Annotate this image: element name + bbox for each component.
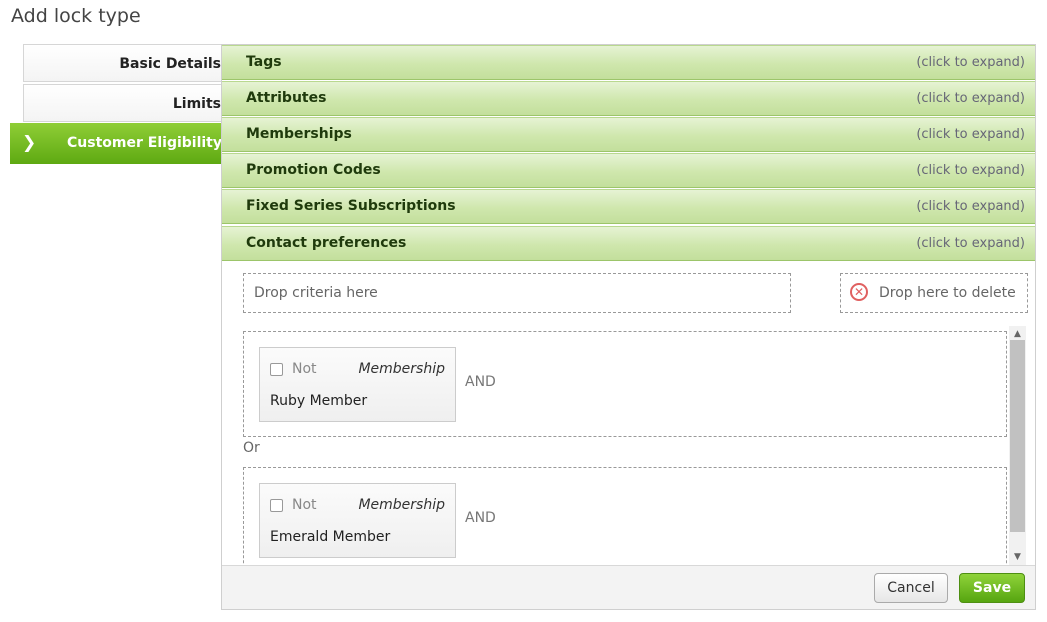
main-panel: Tags (click to expand) Attributes (click… — [221, 44, 1036, 610]
accordion-title: Tags — [246, 54, 282, 70]
and-label: AND — [465, 510, 496, 526]
nav-item-limits[interactable]: Limits — [23, 84, 230, 122]
accordion-hint: (click to expand) — [916, 236, 1025, 251]
cancel-button[interactable]: Cancel — [874, 573, 948, 603]
not-checkbox[interactable] — [270, 499, 283, 512]
criteria-editor: Drop criteria here ✕ Drop here to delete… — [222, 263, 1035, 565]
nav-item-basic-details[interactable]: Basic Details — [23, 44, 230, 82]
not-label: Not — [292, 497, 317, 513]
delete-circle-icon: ✕ — [850, 283, 868, 301]
scroll-thumb[interactable] — [1010, 340, 1025, 532]
accordion-hint: (click to expand) — [916, 55, 1025, 70]
or-label: Or — [243, 440, 260, 456]
criteria-type: Membership — [358, 497, 445, 513]
nav-item-label: Customer Eligibility — [67, 135, 222, 151]
criteria-value: Emerald Member — [270, 529, 391, 545]
panel-footer: Cancel Save — [222, 565, 1035, 609]
accordion-attributes[interactable]: Attributes (click to expand) — [222, 81, 1035, 116]
scroll-down-arrow-icon[interactable]: ▼ — [1009, 549, 1026, 565]
accordion-title: Attributes — [246, 90, 327, 106]
and-label: AND — [465, 374, 496, 390]
accordion-promotion-codes[interactable]: Promotion Codes (click to expand) — [222, 153, 1035, 188]
criteria-group[interactable]: Not Membership Ruby Member AND — [243, 331, 1007, 437]
criteria-groups: Not Membership Ruby Member AND Or Not Me… — [243, 326, 1028, 565]
drop-delete-zone[interactable]: ✕ Drop here to delete — [840, 273, 1028, 313]
chevron-right-icon: ❯ — [22, 133, 37, 153]
not-checkbox[interactable] — [270, 363, 283, 376]
accordion-memberships[interactable]: Memberships (click to expand) — [222, 117, 1035, 152]
vertical-scrollbar[interactable]: ▲ ▼ — [1009, 326, 1026, 565]
accordion-tags[interactable]: Tags (click to expand) — [222, 45, 1035, 80]
accordion-contact-preferences[interactable]: Contact preferences (click to expand) — [222, 226, 1035, 261]
criteria-group[interactable]: Not Membership Emerald Member AND — [243, 467, 1007, 565]
accordion-title: Promotion Codes — [246, 162, 381, 178]
accordion-hint: (click to expand) — [916, 91, 1025, 106]
accordion-title: Memberships — [246, 126, 352, 142]
accordion-title: Contact preferences — [246, 235, 407, 251]
criteria-card[interactable]: Not Membership Ruby Member — [259, 347, 456, 422]
nav-item-customer-eligibility[interactable]: ❯ Customer Eligibility — [10, 123, 236, 164]
drop-delete-label: Drop here to delete — [879, 285, 1016, 301]
accordion-hint: (click to expand) — [916, 163, 1025, 178]
accordion-hint: (click to expand) — [916, 199, 1025, 214]
criteria-card[interactable]: Not Membership Emerald Member — [259, 483, 456, 558]
accordion-fixed-series-subscriptions[interactable]: Fixed Series Subscriptions (click to exp… — [222, 189, 1035, 224]
accordion-hint: (click to expand) — [916, 127, 1025, 142]
criteria-value: Ruby Member — [270, 393, 368, 409]
accordion-title: Fixed Series Subscriptions — [246, 198, 456, 214]
page-title: Add lock type — [11, 5, 141, 27]
drop-criteria-zone[interactable]: Drop criteria here — [243, 273, 791, 313]
not-label: Not — [292, 361, 317, 377]
criteria-type: Membership — [358, 361, 445, 377]
save-button[interactable]: Save — [959, 573, 1025, 603]
